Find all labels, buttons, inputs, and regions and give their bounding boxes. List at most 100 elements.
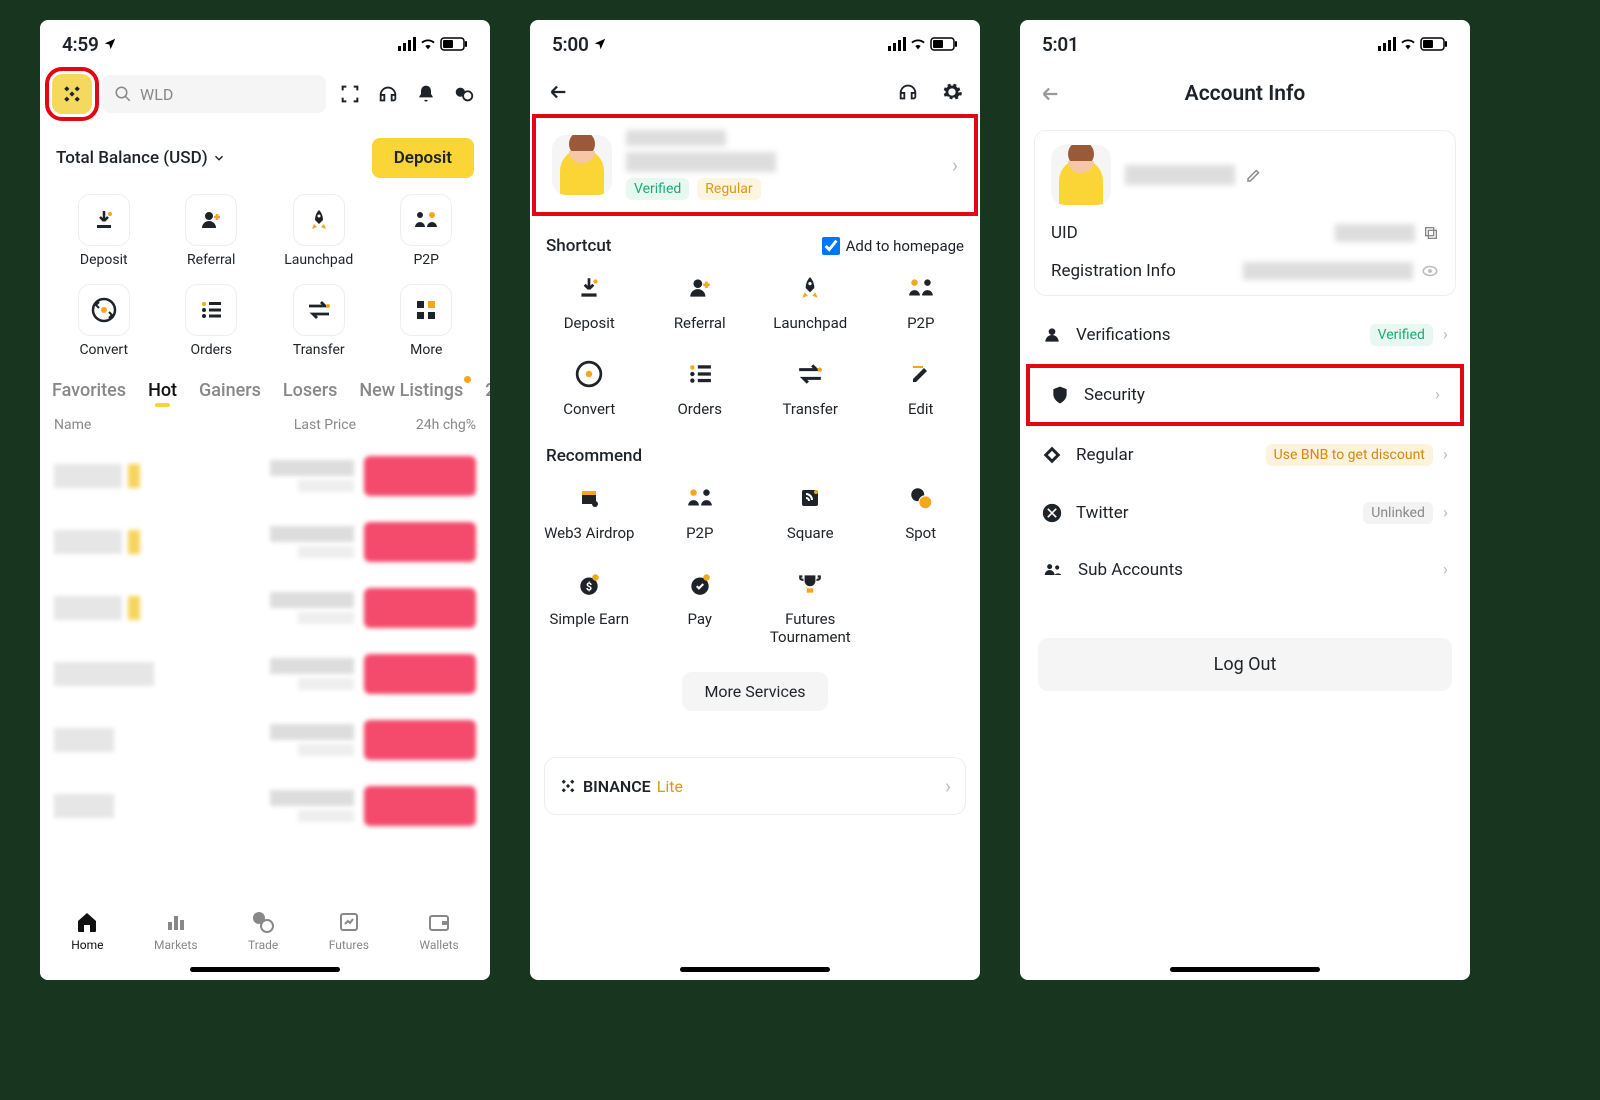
- shortcut-title: Shortcut: [546, 236, 611, 256]
- list-item[interactable]: [40, 575, 490, 641]
- profile-card[interactable]: Verified Regular ›: [538, 120, 972, 210]
- balance-row: Total Balance (USD) Deposit: [40, 120, 490, 188]
- rc-square[interactable]: Square: [755, 480, 866, 542]
- eye-icon[interactable]: [1421, 262, 1439, 280]
- shield-icon: [1050, 384, 1070, 406]
- tile-convert[interactable]: Convert: [50, 284, 158, 358]
- tile-orders[interactable]: Orders: [158, 284, 266, 358]
- arrow-left-icon: [1039, 83, 1061, 105]
- registration-row: Registration Info: [1051, 261, 1439, 281]
- wifi-icon: [908, 36, 928, 52]
- support-button[interactable]: [894, 78, 922, 106]
- sc-edit[interactable]: Edit: [866, 356, 977, 418]
- back-button[interactable]: [544, 78, 572, 106]
- col-chg: 24h chg%: [356, 417, 476, 433]
- market-list-header: Name Last Price 24h chg%: [40, 407, 490, 443]
- logout-button[interactable]: Log Out: [1038, 638, 1452, 691]
- sc-orders[interactable]: Orders: [645, 356, 756, 418]
- item-security[interactable]: Security ›: [1028, 366, 1462, 424]
- add-homepage-input[interactable]: [822, 237, 840, 255]
- tile-deposit[interactable]: Deposit: [50, 194, 158, 268]
- tab-more[interactable]: 2: [485, 380, 490, 401]
- home-indicator: [1170, 967, 1320, 972]
- more-services-button[interactable]: More Services: [682, 672, 827, 711]
- list-item[interactable]: [40, 509, 490, 575]
- recommend-header: Recommend: [530, 424, 980, 474]
- sc-deposit[interactable]: Deposit: [534, 270, 645, 332]
- sc-convert[interactable]: Convert: [534, 356, 645, 418]
- launchpad-icon: [307, 208, 331, 232]
- chevron-down-icon: [212, 151, 226, 165]
- tab-home[interactable]: Home: [71, 910, 103, 952]
- edit-icon[interactable]: [1245, 166, 1263, 184]
- futures-icon: [337, 910, 361, 934]
- tab-favorites[interactable]: Favorites: [52, 380, 126, 401]
- tab-hot[interactable]: Hot: [148, 380, 177, 401]
- item-regular[interactable]: Regular Use BNB to get discount›: [1020, 426, 1470, 484]
- item-sub-accounts[interactable]: Sub Accounts ›: [1020, 542, 1470, 598]
- rc-web3[interactable]: Web3 Airdrop: [534, 480, 645, 542]
- binance-lite-row[interactable]: BINANCE Lite ›: [544, 757, 966, 815]
- settings-button[interactable]: [938, 78, 966, 106]
- rc-pay[interactable]: Pay: [645, 566, 756, 646]
- chevron-right-icon: ›: [945, 774, 951, 798]
- tile-p2p[interactable]: P2P: [373, 194, 481, 268]
- copy-icon[interactable]: [1423, 225, 1439, 241]
- spot-icon: [908, 485, 934, 511]
- item-verifications[interactable]: Verifications Verified›: [1020, 306, 1470, 364]
- rc-p2p[interactable]: P2P: [645, 480, 756, 542]
- tile-transfer[interactable]: Transfer: [265, 284, 373, 358]
- location-icon: [593, 37, 607, 51]
- gear-icon: [941, 81, 963, 103]
- sc-referral[interactable]: Referral: [645, 270, 756, 332]
- balance-label[interactable]: Total Balance (USD): [56, 148, 226, 168]
- support-button[interactable]: [374, 80, 402, 108]
- scan-button[interactable]: [336, 80, 364, 108]
- add-to-homepage-checkbox[interactable]: Add to homepage: [822, 237, 964, 255]
- tile-more[interactable]: More: [373, 284, 481, 358]
- sc-p2p[interactable]: P2P: [866, 270, 977, 332]
- tile-referral[interactable]: Referral: [158, 194, 266, 268]
- status-time: 4:59: [62, 33, 99, 56]
- verified-badge: Verified: [1370, 324, 1433, 346]
- list-item[interactable]: [40, 443, 490, 509]
- list-item[interactable]: [40, 773, 490, 839]
- tab-futures[interactable]: Futures: [329, 910, 369, 952]
- unlinked-badge: Unlinked: [1363, 502, 1433, 524]
- item-twitter[interactable]: Twitter Unlinked›: [1020, 484, 1470, 542]
- deposit-icon: [92, 208, 116, 232]
- rc-earn[interactable]: $Simple Earn: [534, 566, 645, 646]
- tab-wallets[interactable]: Wallets: [419, 910, 458, 952]
- deposit-button[interactable]: Deposit: [372, 138, 474, 178]
- lite-text: Lite: [657, 777, 683, 796]
- list-item[interactable]: [40, 641, 490, 707]
- sc-transfer[interactable]: Transfer: [755, 356, 866, 418]
- wallet-connect-button[interactable]: [450, 80, 478, 108]
- trophy-icon: [797, 571, 823, 597]
- tile-launchpad[interactable]: Launchpad: [265, 194, 373, 268]
- tab-losers[interactable]: Losers: [283, 380, 337, 401]
- launchpad-icon: [797, 275, 823, 301]
- tab-gainers[interactable]: Gainers: [199, 380, 261, 401]
- avatar: [1051, 145, 1111, 205]
- rc-spot[interactable]: Spot: [866, 480, 977, 542]
- referral-icon: [687, 275, 713, 301]
- screen-home: 4:59 WLD Total Balance (: [40, 20, 490, 980]
- chevron-right-icon: ›: [1435, 385, 1440, 405]
- scan-icon: [339, 83, 361, 105]
- status-time: 5:00: [552, 33, 589, 56]
- tab-trade[interactable]: Trade: [248, 910, 278, 952]
- tab-markets[interactable]: Markets: [154, 910, 198, 952]
- list-item[interactable]: [40, 707, 490, 773]
- sc-launchpad[interactable]: Launchpad: [755, 270, 866, 332]
- rc-futures-tournament[interactable]: Futures Tournament: [755, 566, 866, 646]
- search-input[interactable]: WLD: [102, 75, 326, 113]
- chevron-right-icon: ›: [1443, 325, 1448, 345]
- tab-new-listings[interactable]: New Listings: [359, 380, 463, 401]
- profile-avatar-button[interactable]: [52, 74, 92, 114]
- battery-icon: [1420, 37, 1448, 51]
- back-button[interactable]: [1036, 80, 1064, 108]
- notifications-button[interactable]: [412, 80, 440, 108]
- chevron-right-icon: ›: [1443, 503, 1448, 523]
- headset-icon: [897, 81, 919, 103]
